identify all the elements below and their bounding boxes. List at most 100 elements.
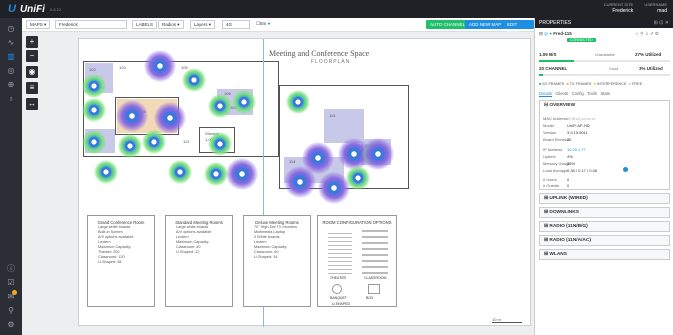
floorplan-subtitle: FLOORPLAN xyxy=(311,59,351,65)
alerts-icon[interactable]: ☑ xyxy=(6,278,16,288)
rate1-tag: Unavailable xyxy=(595,53,615,57)
overview-value: 0.38 / 0.17 / 0.06 xyxy=(567,168,598,173)
access-point-icon[interactable] xyxy=(94,160,118,184)
radio-ac-section[interactable]: ⊞ RADIO (11N/A/AC) xyxy=(539,235,670,246)
settings-icon[interactable]: ⚙ xyxy=(6,320,16,330)
events-icon[interactable]: ✉ xyxy=(6,290,17,302)
access-point-icon[interactable] xyxy=(208,94,232,118)
layers-dropdown[interactable]: Layers ▾ xyxy=(190,20,216,29)
overview-key: Version xyxy=(543,130,557,135)
wlans-section[interactable]: ⊞ WLANS xyxy=(539,249,670,260)
legend-room-config: ROOM CONFIGURATION OPTIONS THEATER CLASS… xyxy=(317,215,397,307)
access-point-icon[interactable] xyxy=(118,134,142,158)
tab-stats[interactable]: Stats xyxy=(600,91,610,96)
insights-icon[interactable]: ♁ xyxy=(6,94,16,104)
access-point-icon[interactable] xyxy=(168,160,192,184)
access-point-icon[interactable] xyxy=(286,90,310,114)
overview-key: IP Address xyxy=(543,147,563,152)
legend-standard-meeting: Standard Meeting Rooms Large white board… xyxy=(165,215,233,307)
statistics-icon[interactable]: ∿ xyxy=(6,38,16,48)
access-point-icon[interactable] xyxy=(154,102,186,134)
floorplan-title: Meeting and Conference Space xyxy=(269,49,370,58)
band-select[interactable]: 4G xyxy=(222,20,250,29)
collapse-icon[interactable]: ⊟ xyxy=(539,31,543,36)
radio-bg-section[interactable]: ⊞ RADIO (11N/B/G) xyxy=(539,221,670,232)
overview-key: Load Average xyxy=(543,168,568,173)
map-canvas[interactable]: + − ◉ ≡ ↔ Meeting and Conference Space F… xyxy=(22,32,534,335)
device-row[interactable]: ⊟ ◎ ● Fred-115 xyxy=(539,31,572,37)
access-point-icon[interactable] xyxy=(182,68,206,92)
access-point-icon[interactable] xyxy=(204,162,228,186)
clients-icon[interactable]: ⊕ xyxy=(6,80,16,90)
room-label: 114 xyxy=(289,159,296,164)
user-icon[interactable]: ⚲ xyxy=(6,306,16,316)
access-point-icon[interactable] xyxy=(82,98,106,122)
device-actions-icon[interactable]: ☆ ⚲ ⇩ ⇗ ⚙ xyxy=(635,31,659,37)
status-badge: CONNECTED xyxy=(567,38,596,42)
config-u-shaped: U-SHAPED xyxy=(332,302,351,306)
site-user-panel[interactable]: CURRENT SITE Frederick USERNAME mad xyxy=(604,2,667,14)
access-point-icon[interactable] xyxy=(232,90,256,114)
access-point-icon[interactable] xyxy=(116,100,148,132)
radios-dropdown[interactable]: Radios ▾ xyxy=(158,20,184,29)
edit-maps-button[interactable]: EDIT MAPS xyxy=(503,20,534,34)
properties-header: PROPERTIES ⊞ ⊡ ✕ xyxy=(535,18,673,28)
tab-details[interactable]: Details xyxy=(539,91,552,97)
tab-config[interactable]: Config xyxy=(572,91,584,96)
overview-value: 0 xyxy=(567,183,570,188)
help-icon[interactable] xyxy=(623,167,628,172)
list-icon[interactable]: ≡ xyxy=(26,82,38,94)
info-icon[interactable]: ⓘ xyxy=(6,264,16,274)
rate1-label: 1.09 B/S xyxy=(539,52,557,57)
ip-address-link[interactable]: 10.20.1.77 xyxy=(567,147,586,152)
room-label: 113 xyxy=(183,139,190,144)
access-point-icon[interactable] xyxy=(144,50,176,82)
uplink-section[interactable]: ⊞ UPLINK (WIRED) xyxy=(539,193,670,204)
app-version: 5.6.22 xyxy=(50,7,62,12)
tab-tools[interactable]: Tools xyxy=(587,91,597,96)
map-select[interactable]: Frederick xyxy=(55,20,127,29)
map-icon[interactable]: ▥ xyxy=(6,52,16,62)
overview-toggle[interactable]: ⊟ OVERVIEW xyxy=(540,101,669,110)
access-point-icon[interactable] xyxy=(226,158,258,190)
legend-grand-conference: Grand Conference Room Large white boards… xyxy=(87,215,155,307)
add-new-map-button[interactable]: ADD NEW MAP xyxy=(465,20,506,29)
devices-icon[interactable]: ◎ xyxy=(6,66,16,76)
measure-icon[interactable]: ↔ xyxy=(26,98,38,110)
box-diagram xyxy=(368,284,380,294)
theater-diagram xyxy=(328,230,352,274)
labels-button[interactable]: LABELS xyxy=(132,20,158,29)
access-point-icon[interactable] xyxy=(284,166,316,198)
overview-key: MAC Address xyxy=(543,116,568,121)
config-classroom: CLASSROOM xyxy=(364,276,387,280)
maps-dropdown[interactable]: MAPS ▾ xyxy=(26,20,51,29)
overview-value: f0:9f:c2:xx:xx:xx xyxy=(567,116,596,121)
access-point-icon[interactable] xyxy=(82,74,106,98)
tab-clients[interactable]: Clients xyxy=(555,91,568,96)
classroom-diagram xyxy=(362,230,388,274)
access-point-icon[interactable] xyxy=(346,166,370,190)
zoom-out-button[interactable]: − xyxy=(26,50,38,62)
map-toolbar: MAPS ▾ Frederick LABELS Radios ▾ Layers … xyxy=(22,18,534,34)
util-legend: ■ 5G FRAMES ■ TX FRAMES ■ INTERFERENCE ■… xyxy=(539,82,643,86)
overview-value: 33% xyxy=(567,161,576,166)
access-point-icon[interactable] xyxy=(362,138,394,170)
util2-bar xyxy=(539,74,670,76)
access-point-icon[interactable] xyxy=(82,130,106,154)
rate2-label: 20 CHANNEL xyxy=(539,66,568,71)
overview-value: UniFi AP-HD xyxy=(567,123,590,128)
downlinks-section[interactable]: ⊞ DOWNLINKS xyxy=(539,207,670,218)
locate-icon[interactable]: ◉ xyxy=(26,66,38,78)
grid-toggle[interactable]: ☐5m ● xyxy=(253,20,274,29)
dashboard-icon[interactable]: ◷ xyxy=(6,24,16,34)
panel-controls-icon[interactable]: ⊞ ⊡ ✕ xyxy=(654,18,669,28)
access-point-icon[interactable] xyxy=(208,132,232,156)
zoom-in-button[interactable]: + xyxy=(26,36,38,48)
overview-value: 0 xyxy=(567,177,570,182)
access-point-icon[interactable] xyxy=(142,130,166,154)
config-box: BOX xyxy=(366,296,374,300)
overview-value: 22 xyxy=(567,137,572,142)
properties-panel: PROPERTIES ⊞ ⊡ ✕ ⊟ ◎ ● Fred-115 ☆ ⚲ ⇩ ⇗ ⚙… xyxy=(534,18,673,335)
overview-key: # Users xyxy=(543,177,557,182)
logo: U UniFi xyxy=(8,3,45,15)
